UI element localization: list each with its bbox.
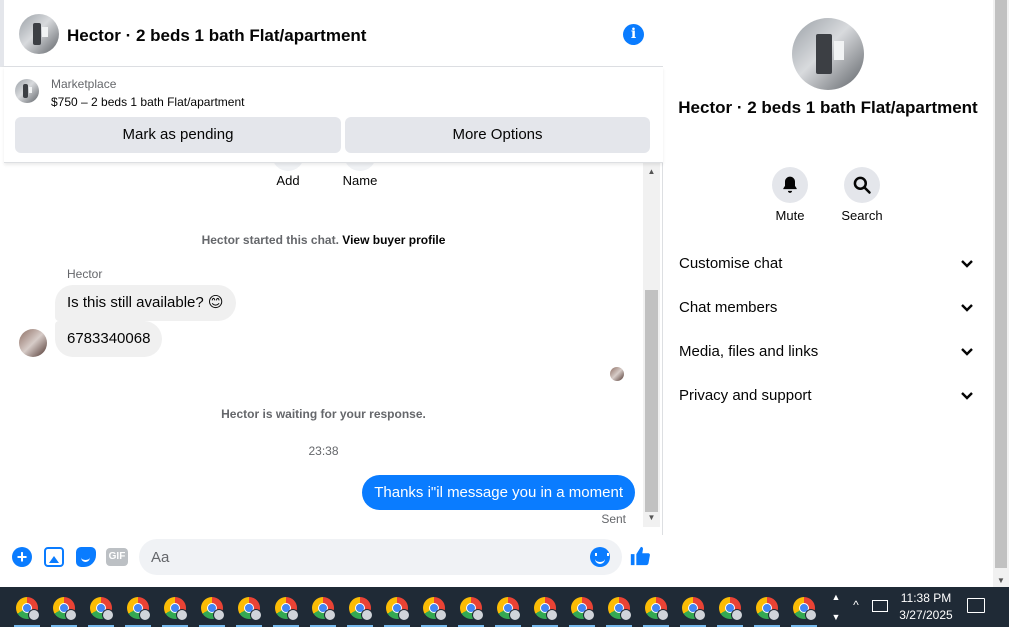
- windows-taskbar: ▲ ▼ ^ 11:38 PM 3/27/2025: [0, 587, 1009, 627]
- message-scroll-thumb[interactable]: [645, 290, 658, 512]
- emoji-icon[interactable]: [590, 547, 610, 567]
- mark-as-pending-button[interactable]: Mark as pending: [15, 117, 341, 153]
- panel-title: Hector · 2 beds 1 bath Flat/apartment: [678, 98, 978, 117]
- marketplace-listing-thumbnail: [15, 79, 39, 103]
- chevron-down-icon: [961, 260, 973, 268]
- thumbs-up-icon[interactable]: [629, 545, 651, 567]
- sender-name: Hector: [67, 267, 103, 281]
- network-icon[interactable]: [872, 600, 888, 612]
- info-icon[interactable]: i: [623, 24, 644, 45]
- scroll-down-arrow-icon[interactable]: ▼: [993, 576, 1009, 585]
- chrome-taskbar-icon[interactable]: [341, 591, 378, 627]
- notification-icon[interactable]: [967, 598, 985, 613]
- add-button[interactable]: [272, 163, 304, 171]
- page-scrollbar[interactable]: ▼: [993, 0, 1009, 587]
- chat-header: Hector · 2 beds 1 bath Flat/apartment i: [0, 0, 663, 67]
- mute-button[interactable]: [772, 167, 808, 203]
- chrome-taskbar-icon[interactable]: [378, 591, 415, 627]
- chrome-taskbar-icon[interactable]: [230, 591, 267, 627]
- clock-date[interactable]: 3/27/2025: [896, 608, 956, 622]
- chrome-taskbar-icon[interactable]: [415, 591, 452, 627]
- incoming-message[interactable]: Is this still available? 😊: [55, 285, 236, 321]
- chrome-taskbar-icon[interactable]: [8, 591, 45, 627]
- chrome-taskbar-icon[interactable]: [674, 591, 711, 627]
- section-label: Media, files and links: [679, 343, 819, 360]
- section-label: Privacy and support: [679, 387, 812, 404]
- message-timestamp: 23:38: [308, 444, 339, 458]
- add-label: Add: [276, 173, 300, 188]
- sent-status: Sent: [601, 512, 626, 526]
- chat-title[interactable]: Hector · 2 beds 1 bath Flat/apartment: [67, 26, 366, 46]
- search-label: Search: [841, 208, 883, 223]
- chrome-taskbar-icon[interactable]: [489, 591, 526, 627]
- clock-time[interactable]: 11:38 PM: [896, 591, 956, 605]
- message-thread: Add Name Hector started this chat. View …: [4, 163, 643, 535]
- chrome-taskbar-icon[interactable]: [526, 591, 563, 627]
- chevron-down-icon: [961, 348, 973, 356]
- message-input[interactable]: [139, 539, 622, 575]
- chrome-taskbar-icon[interactable]: [637, 591, 674, 627]
- plus-icon[interactable]: +: [12, 547, 32, 567]
- page-scroll-thumb[interactable]: [995, 0, 1007, 568]
- photo-icon[interactable]: [44, 547, 64, 567]
- chrome-taskbar-icon[interactable]: [748, 591, 785, 627]
- conversation-details-panel: Hector · 2 beds 1 bath Flat/apartment Mu…: [663, 0, 993, 587]
- chevron-up-icon[interactable]: ^: [848, 598, 864, 614]
- taskbar-scroll-arrows[interactable]: ▲ ▼: [829, 587, 843, 627]
- scroll-down-arrow-icon[interactable]: ▼: [643, 511, 660, 525]
- chrome-taskbar-icon[interactable]: [45, 591, 82, 627]
- chrome-taskbar-icon[interactable]: [267, 591, 304, 627]
- chrome-taskbar-icon[interactable]: [193, 591, 230, 627]
- marketplace-banner: Marketplace $750 – 2 beds 1 bath Flat/ap…: [4, 67, 663, 163]
- section-customise-chat[interactable]: Customise chat: [663, 242, 993, 286]
- chrome-taskbar-icon[interactable]: [119, 591, 156, 627]
- chrome-taskbar-icon[interactable]: [711, 591, 748, 627]
- chat-started-text: Hector started this chat.: [201, 233, 339, 247]
- scroll-up-arrow-icon[interactable]: ▲: [643, 165, 660, 179]
- chevron-down-icon: [961, 304, 973, 312]
- listing-avatar[interactable]: [19, 14, 59, 54]
- incoming-message[interactable]: 6783340068: [55, 321, 163, 357]
- section-media-files-links[interactable]: Media, files and links: [663, 330, 993, 374]
- chrome-taskbar-icon[interactable]: [82, 591, 119, 627]
- outgoing-message[interactable]: Thanks i"il message you in a moment: [362, 475, 635, 510]
- chat-started-notice: Hector started this chat. View buyer pro…: [4, 233, 643, 247]
- name-label: Name: [342, 173, 378, 188]
- search-icon: [853, 176, 871, 194]
- message-composer: + GIF: [4, 535, 663, 587]
- section-label: Chat members: [679, 299, 778, 316]
- chrome-taskbar-icon[interactable]: [600, 591, 637, 627]
- panel-listing-avatar[interactable]: [792, 18, 864, 90]
- sender-avatar[interactable]: [19, 329, 47, 357]
- chrome-taskbar-icon[interactable]: [563, 591, 600, 627]
- chrome-taskbar-icon[interactable]: [304, 591, 341, 627]
- marketplace-label: Marketplace: [51, 77, 117, 91]
- sticker-icon[interactable]: [76, 547, 96, 567]
- message-scrollbar[interactable]: ▲ ▼: [643, 163, 660, 527]
- messenger-window: Hector · 2 beds 1 bath Flat/apartment i …: [0, 0, 1009, 627]
- more-options-button[interactable]: More Options: [345, 117, 650, 153]
- section-chat-members[interactable]: Chat members: [663, 286, 993, 330]
- gif-icon[interactable]: GIF: [106, 548, 128, 566]
- seen-receipt-avatar: [610, 367, 624, 381]
- chat-column: Hector · 2 beds 1 bath Flat/apartment i …: [0, 0, 663, 587]
- waiting-notice: Hector is waiting for your response.: [221, 407, 426, 421]
- bell-icon: [783, 176, 797, 193]
- search-button[interactable]: [844, 167, 880, 203]
- chrome-taskbar-icon[interactable]: [785, 591, 822, 627]
- mute-label: Mute: [775, 208, 805, 223]
- chevron-down-icon: [961, 392, 973, 400]
- marketplace-listing-title[interactable]: $750 – 2 beds 1 bath Flat/apartment: [51, 95, 244, 109]
- name-button[interactable]: [344, 163, 376, 171]
- section-privacy-support[interactable]: Privacy and support: [663, 374, 993, 418]
- view-buyer-profile-link[interactable]: View buyer profile: [342, 233, 445, 247]
- section-label: Customise chat: [679, 255, 783, 272]
- chrome-taskbar-icon[interactable]: [452, 591, 489, 627]
- chrome-taskbar-icon[interactable]: [156, 591, 193, 627]
